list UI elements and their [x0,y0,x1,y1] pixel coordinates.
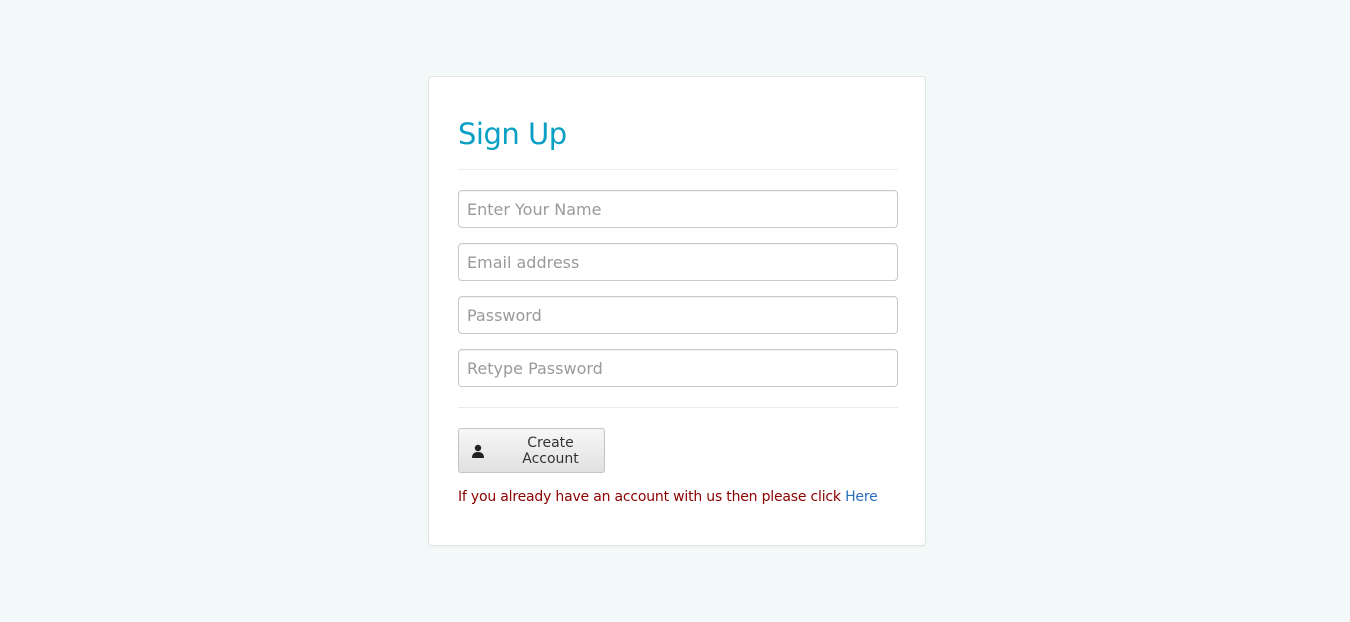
login-here-link[interactable]: Here [845,489,878,505]
email-field[interactable] [458,243,898,281]
signup-card: Sign Up Create Account If you already ha… [428,76,926,546]
name-field[interactable] [458,190,898,228]
divider [458,407,898,408]
page-title: Sign Up [458,117,567,151]
create-account-button[interactable]: Create Account [458,428,605,473]
retype-password-field[interactable] [458,349,898,387]
user-icon [471,444,485,458]
login-prompt-text: If you already have an account with us t… [458,489,846,505]
create-account-label: Create Account [522,434,579,467]
login-prompt: If you already have an account with us t… [458,489,878,505]
divider [458,169,898,170]
password-field[interactable] [458,296,898,334]
